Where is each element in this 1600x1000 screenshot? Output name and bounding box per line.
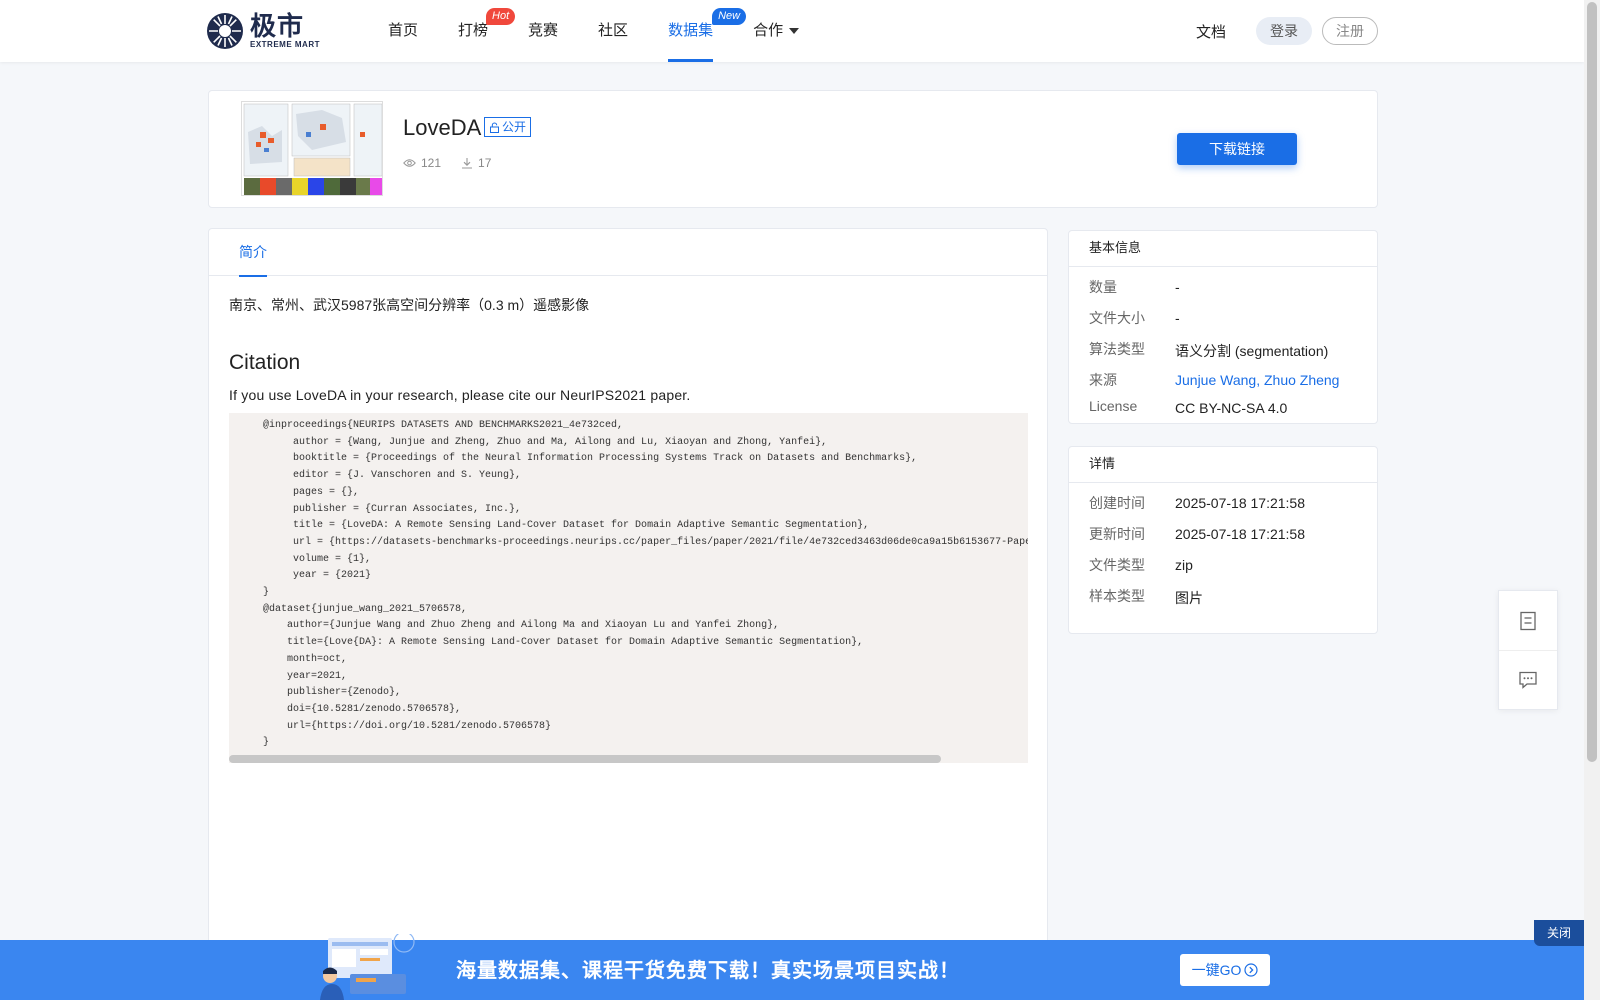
detail-row: 更新时间 2025-07-18 17:21:58	[1089, 526, 1305, 542]
info-row: 文件大小 -	[1089, 310, 1180, 326]
floating-toolbar	[1498, 590, 1558, 710]
bibtex-code: @inproceedings{NEURIPS DATASETS AND BENC…	[263, 420, 1028, 749]
logo-text: 极市	[250, 11, 305, 42]
basic-info-title: 基本信息	[1069, 231, 1377, 267]
detail-row: 样本类型 图片	[1089, 588, 1203, 606]
logo-subtitle: EXTREME MART	[250, 39, 320, 49]
dataset-title: LoveDA	[403, 115, 482, 140]
login-button[interactable]: 登录	[1256, 17, 1313, 45]
details-title: 详情	[1069, 447, 1377, 483]
eye-icon	[403, 159, 416, 167]
info-row: 来源 Junjue Wang, Zhuo Zheng	[1089, 372, 1340, 388]
main-content: 简介 南京、常州、武汉5987张高空间分辨率（0.3 m）遥感影像 Citati…	[208, 228, 1048, 1000]
nav-datasets[interactable]: 数据集 New	[668, 0, 747, 62]
register-button[interactable]: 注册	[1322, 17, 1379, 45]
dataset-thumbnail	[241, 101, 383, 196]
detail-row: 文件类型 zip	[1089, 557, 1193, 573]
top-header: 极市 EXTREME MART 首页 打榜 Hot 竞赛 社区 数据集 New …	[0, 0, 1584, 62]
one-click-go-button[interactable]: 一键GO	[1180, 954, 1270, 986]
visibility-badge: 公开	[484, 117, 532, 137]
download-link-button[interactable]: 下载链接	[1177, 133, 1297, 165]
logo-mark-icon	[206, 12, 244, 50]
scrollbar-thumb[interactable]	[1587, 2, 1597, 762]
details-card: 详情 创建时间 2025-07-18 17:21:58 更新时间 2025-07-1…	[1068, 446, 1378, 634]
notes-button[interactable]	[1499, 591, 1557, 650]
source-link[interactable]: Junjue Wang, Zhuo Zheng	[1175, 372, 1339, 388]
nav-cooperation[interactable]: 合作	[753, 0, 800, 62]
download-count: 17	[461, 156, 491, 170]
dataset-description: 南京、常州、武汉5987张高空间分辨率（0.3 m）遥感影像	[229, 297, 590, 313]
info-row: 数量 -	[1089, 279, 1180, 295]
info-row: License CC BY-NC-SA 4.0	[1089, 398, 1288, 416]
citation-code-block[interactable]: @inproceedings{NEURIPS DATASETS AND BENC…	[229, 413, 1028, 763]
tab-intro[interactable]: 简介	[239, 229, 267, 277]
feedback-button[interactable]	[1499, 650, 1557, 709]
docs-link[interactable]: 文档	[1196, 21, 1226, 42]
new-badge: New	[712, 8, 747, 25]
caret-down-icon	[789, 28, 800, 35]
citation-text: If you use LoveDA in your research, plea…	[229, 387, 691, 403]
nav-competition[interactable]: 竞赛	[528, 0, 558, 62]
banner-close-button[interactable]: 关闭	[1534, 920, 1584, 946]
banner-slogan: 海量数据集、课程干货免费下载！真实场景项目实战！	[456, 958, 960, 982]
info-row: 算法类型 语义分割 (segmentation)	[1089, 341, 1329, 359]
arrow-circle-icon	[1244, 963, 1258, 977]
promo-banner: 海量数据集、课程干货免费下载！真实场景项目实战！ 一键GO 关闭	[0, 920, 1584, 1000]
download-icon	[462, 158, 473, 169]
basic-info-card: 基本信息 数量 - 文件大小 - 算法类型 语义分割 (segmentation) 来…	[1068, 230, 1378, 424]
lock-icon	[490, 122, 499, 133]
hot-badge: Hot	[486, 8, 516, 25]
nav-home[interactable]: 首页	[388, 0, 418, 62]
detail-row: 创建时间 2025-07-18 17:21:58	[1089, 495, 1305, 511]
main-nav: 首页 打榜 Hot 竞赛 社区 数据集 New 合作	[388, 0, 839, 62]
nav-community[interactable]: 社区	[598, 0, 628, 62]
logo[interactable]: 极市 EXTREME MART	[206, 12, 320, 50]
message-icon	[1519, 671, 1537, 689]
notes-icon	[1520, 611, 1536, 630]
code-horizontal-scrollbar[interactable]	[229, 755, 941, 763]
page-scrollbar[interactable]	[1584, 0, 1600, 1000]
view-count: 121	[403, 156, 441, 170]
nav-leaderboard[interactable]: 打榜 Hot	[458, 0, 516, 62]
citation-heading: Citation	[229, 351, 301, 374]
tab-bar: 简介	[209, 229, 1047, 277]
dataset-header-card: LoveDA 公开 121 17 下载链接	[208, 90, 1378, 208]
banner-illustration	[310, 931, 420, 1000]
